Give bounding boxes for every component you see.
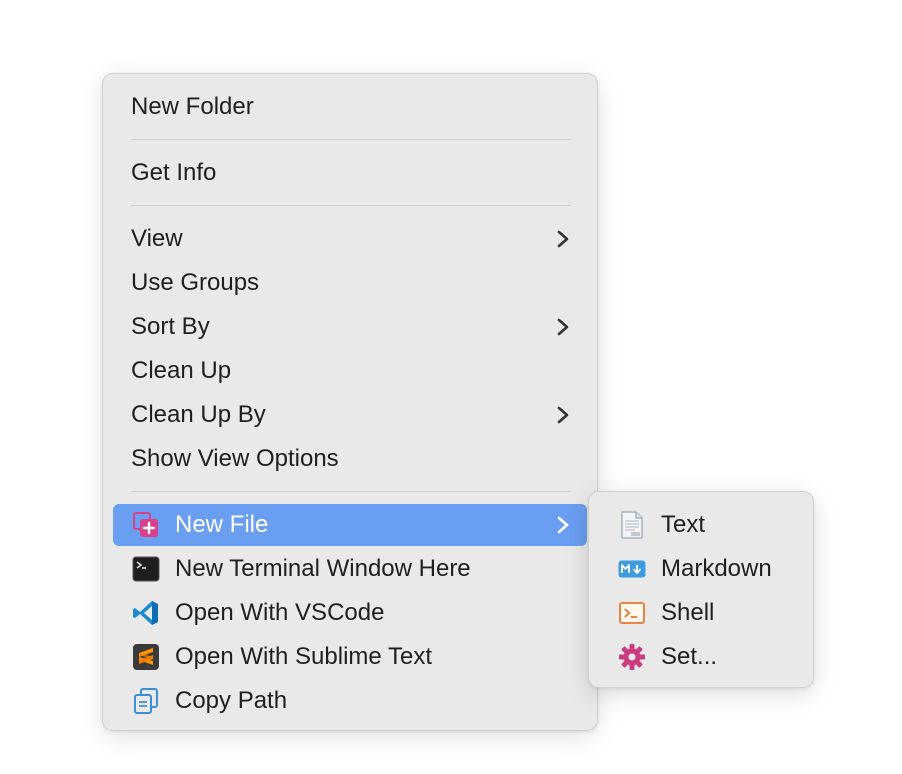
submenu-item-label: Text xyxy=(661,511,706,538)
chevron-right-icon xyxy=(557,318,569,336)
menu-item-new-file[interactable]: New File xyxy=(113,504,587,546)
chevron-right-icon xyxy=(557,516,569,534)
menu-item-get-info[interactable]: Get Info xyxy=(113,153,587,193)
menu-item-copy-path[interactable]: Copy Path xyxy=(113,681,587,721)
menu-item-label: New Terminal Window Here xyxy=(175,555,471,582)
new-file-submenu: Text Markdown Shell Set... xyxy=(588,491,814,688)
menu-item-label: Open With VSCode xyxy=(175,599,385,626)
menu-item-label: New Folder xyxy=(131,93,254,120)
menu-item-label: New File xyxy=(175,511,269,538)
menu-item-use-groups[interactable]: Use Groups xyxy=(113,263,587,303)
chevron-right-icon xyxy=(557,406,569,424)
copy-path-icon xyxy=(131,686,161,716)
vscode-icon xyxy=(131,598,161,628)
menu-item-new-folder[interactable]: New Folder xyxy=(113,87,587,127)
context-menu: New Folder Get Info View Use Groups Sort… xyxy=(102,73,598,731)
new-file-icon xyxy=(131,510,161,540)
menu-item-show-view-options[interactable]: Show View Options xyxy=(113,439,587,479)
menu-item-clean-up-by[interactable]: Clean Up By xyxy=(113,395,587,435)
menu-item-label: Use Groups xyxy=(131,269,260,296)
submenu-item-shell[interactable]: Shell xyxy=(597,593,807,633)
menu-item-label: Clean Up xyxy=(131,357,232,384)
menu-item-new-terminal[interactable]: New Terminal Window Here xyxy=(113,549,587,589)
submenu-item-set[interactable]: Set... xyxy=(597,637,807,677)
menu-item-label: Sort By xyxy=(131,313,210,340)
submenu-item-label: Set... xyxy=(661,643,718,670)
submenu-item-markdown[interactable]: Markdown xyxy=(597,549,807,589)
menu-item-label: Get Info xyxy=(131,159,217,186)
menu-item-clean-up[interactable]: Clean Up xyxy=(113,351,587,391)
gear-icon xyxy=(617,642,647,672)
chevron-right-icon xyxy=(557,230,569,248)
markdown-icon xyxy=(617,554,647,584)
menu-item-view[interactable]: View xyxy=(113,219,587,259)
submenu-item-text[interactable]: Text xyxy=(597,505,807,545)
menu-item-label: View xyxy=(131,225,183,252)
menu-item-open-sublime[interactable]: Open With Sublime Text xyxy=(113,637,587,677)
submenu-item-label: Shell xyxy=(661,599,715,626)
menu-item-label: Copy Path xyxy=(175,687,288,714)
menu-separator xyxy=(131,205,571,206)
text-file-icon xyxy=(617,510,647,540)
menu-item-open-vscode[interactable]: Open With VSCode xyxy=(113,593,587,633)
sublime-text-icon xyxy=(131,642,161,672)
menu-separator xyxy=(131,491,571,492)
menu-separator xyxy=(131,139,571,140)
menu-item-sort-by[interactable]: Sort By xyxy=(113,307,587,347)
submenu-item-label: Markdown xyxy=(661,555,772,582)
menu-item-label: Clean Up By xyxy=(131,401,266,428)
menu-item-label: Show View Options xyxy=(131,445,339,472)
menu-item-label: Open With Sublime Text xyxy=(175,643,433,670)
terminal-icon xyxy=(131,554,161,584)
shell-icon xyxy=(617,598,647,628)
